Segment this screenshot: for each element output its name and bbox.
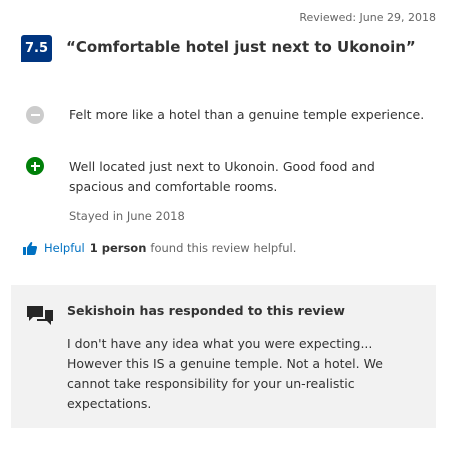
helpful-count: 1 person [89,241,147,255]
reviewed-date: Reviewed: June 29, 2018 [299,11,436,24]
response-body: I don't have any idea what you were expe… [67,336,383,411]
owner-response: Sekishoin has responded to this review I… [11,285,436,428]
minus-circle-icon [26,106,44,124]
score-badge: 7.5 [21,35,52,62]
chat-bubbles-icon [27,306,53,325]
stayed-date: Stayed in June 2018 [69,209,185,223]
helpful-row: Helpful 1 person found this review helpf… [22,240,296,256]
negative-text: Felt more like a hotel than a genuine te… [69,107,425,122]
helpful-suffix: found this review helpful. [150,241,297,255]
thumbs-up-icon[interactable] [22,240,38,256]
plus-circle-icon [26,157,44,175]
helpful-link[interactable]: Helpful [44,241,85,255]
review-card: Reviewed: June 29, 2018 7.5 “Comfortable… [0,0,460,450]
response-title: Sekishoin has responded to this review [67,303,345,318]
review-title: “Comfortable hotel just next to Ukonoin” [66,38,416,56]
positive-text: Well located just next to Ukonoin. Good … [69,159,375,194]
